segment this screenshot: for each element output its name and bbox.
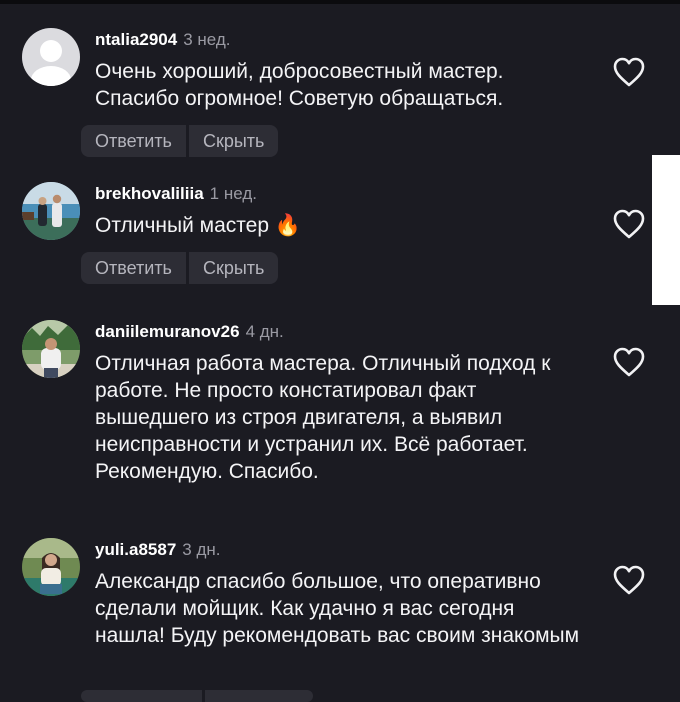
comment-text: Александр спасибо большое, что оперативн… bbox=[95, 570, 580, 647]
reply-button-partial[interactable] bbox=[81, 690, 202, 702]
comment-actions-cutoff bbox=[81, 690, 313, 702]
top-divider bbox=[0, 0, 680, 4]
comment-text: Очень хороший, добросовестный мастер. Сп… bbox=[95, 60, 504, 110]
username-link[interactable]: ntalia2904 bbox=[95, 30, 177, 49]
comment-text-container: Отличный мастер 🔥 bbox=[95, 212, 595, 239]
username-link[interactable]: yuli.a8587 bbox=[95, 540, 176, 559]
hide-button-partial[interactable] bbox=[205, 690, 313, 702]
timestamp: 3 нед. bbox=[183, 30, 231, 49]
timestamp: 4 дн. bbox=[245, 322, 284, 341]
username-link[interactable]: daniilemuranov26 bbox=[95, 322, 240, 341]
heart-outline-icon[interactable] bbox=[612, 56, 646, 88]
hide-button[interactable]: Скрыть bbox=[188, 125, 279, 157]
avatar[interactable] bbox=[22, 538, 80, 596]
username-link[interactable]: brekhovaliliia bbox=[95, 184, 204, 203]
comment-header: ntalia2904 3 нед. bbox=[95, 30, 231, 50]
avatar[interactable] bbox=[22, 182, 80, 240]
avatar[interactable] bbox=[22, 320, 80, 378]
reply-button[interactable]: Ответить bbox=[81, 125, 186, 157]
heart-outline-icon[interactable] bbox=[612, 208, 646, 240]
comment-header: daniilemuranov26 4 дн. bbox=[95, 322, 284, 342]
overlay-panel-edge bbox=[652, 155, 680, 305]
timestamp: 3 дн. bbox=[182, 540, 221, 559]
comment-header: brekhovaliliia 1 нед. bbox=[95, 184, 257, 204]
fire-emoji: 🔥 bbox=[274, 214, 302, 237]
comment-actions: Ответить Скрыть bbox=[81, 125, 279, 157]
comment-text: Отличный мастер bbox=[95, 214, 270, 237]
heart-outline-icon[interactable] bbox=[612, 346, 646, 378]
default-avatar-icon[interactable] bbox=[22, 28, 80, 86]
heart-outline-icon[interactable] bbox=[612, 564, 646, 596]
comment-header: yuli.a8587 3 дн. bbox=[95, 540, 221, 560]
comment-text: Отличная работа мастера. Отличный подход… bbox=[95, 352, 551, 483]
hide-button[interactable]: Скрыть bbox=[188, 252, 279, 284]
timestamp: 1 нед. bbox=[209, 184, 257, 203]
reply-button[interactable]: Ответить bbox=[81, 252, 186, 284]
comment-actions: Ответить Скрыть bbox=[81, 252, 279, 284]
